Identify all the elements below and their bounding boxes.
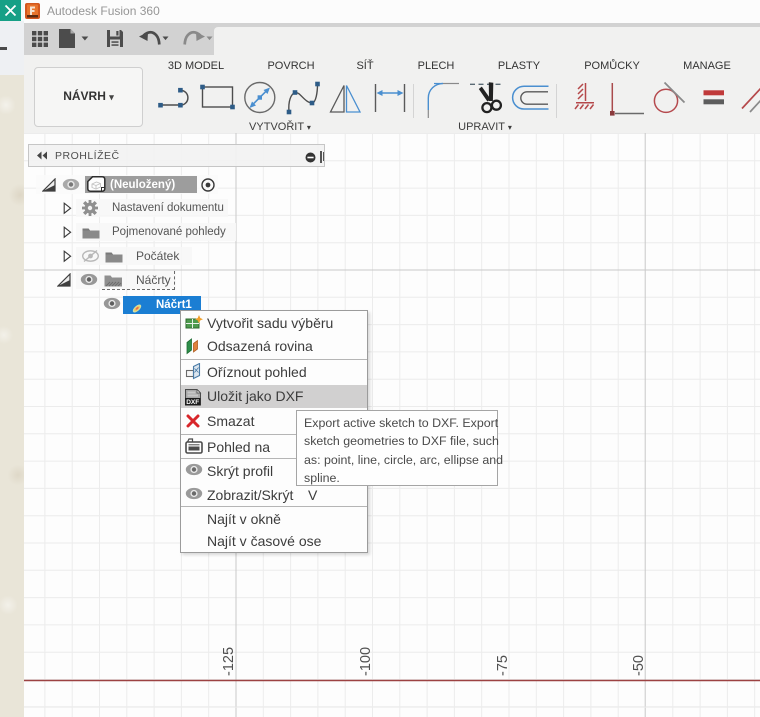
svg-text:DXF: DXF [186, 399, 199, 406]
svg-text:-75: -75 [495, 655, 511, 676]
svg-text:-100: -100 [358, 647, 374, 676]
svg-text:-125: -125 [221, 647, 237, 676]
svg-text:-50: -50 [631, 655, 647, 676]
